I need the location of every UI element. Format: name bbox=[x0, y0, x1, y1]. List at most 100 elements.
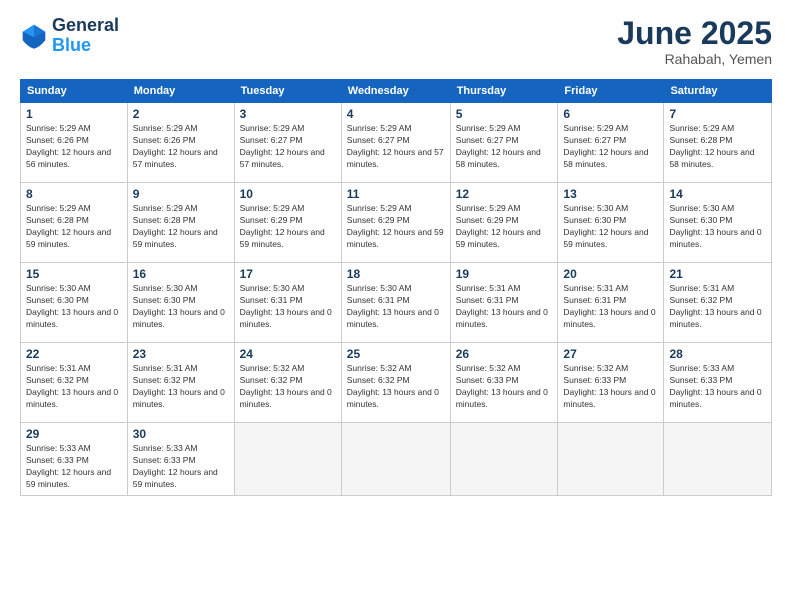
page-header: General Blue June 2025 Rahabah, Yemen bbox=[20, 16, 772, 67]
location: Rahabah, Yemen bbox=[617, 51, 772, 67]
calendar-cell: 18 Sunrise: 5:30 AM Sunset: 6:31 PM Dayl… bbox=[341, 263, 450, 343]
day-number: 28 bbox=[669, 347, 766, 361]
day-info: Sunrise: 5:30 AM Sunset: 6:30 PM Dayligh… bbox=[26, 283, 122, 331]
day-info: Sunrise: 5:31 AM Sunset: 6:31 PM Dayligh… bbox=[563, 283, 658, 331]
day-number: 14 bbox=[669, 187, 766, 201]
day-number: 11 bbox=[347, 187, 445, 201]
logo-text-blue: Blue bbox=[52, 36, 119, 56]
day-info: Sunrise: 5:29 AM Sunset: 6:28 PM Dayligh… bbox=[26, 203, 122, 251]
calendar-cell bbox=[234, 423, 341, 496]
day-number: 27 bbox=[563, 347, 658, 361]
week-row-5: 29 Sunrise: 5:33 AM Sunset: 6:33 PM Dayl… bbox=[21, 423, 772, 496]
header-monday: Monday bbox=[127, 80, 234, 103]
day-info: Sunrise: 5:29 AM Sunset: 6:27 PM Dayligh… bbox=[563, 123, 658, 171]
day-number: 20 bbox=[563, 267, 658, 281]
day-number: 2 bbox=[133, 107, 229, 121]
week-row-3: 15 Sunrise: 5:30 AM Sunset: 6:30 PM Dayl… bbox=[21, 263, 772, 343]
day-number: 23 bbox=[133, 347, 229, 361]
calendar-cell: 11 Sunrise: 5:29 AM Sunset: 6:29 PM Dayl… bbox=[341, 183, 450, 263]
calendar-cell: 14 Sunrise: 5:30 AM Sunset: 6:30 PM Dayl… bbox=[664, 183, 772, 263]
week-row-4: 22 Sunrise: 5:31 AM Sunset: 6:32 PM Dayl… bbox=[21, 343, 772, 423]
calendar-cell: 30 Sunrise: 5:33 AM Sunset: 6:33 PM Dayl… bbox=[127, 423, 234, 496]
calendar-cell: 4 Sunrise: 5:29 AM Sunset: 6:27 PM Dayli… bbox=[341, 103, 450, 183]
header-tuesday: Tuesday bbox=[234, 80, 341, 103]
day-number: 4 bbox=[347, 107, 445, 121]
calendar-cell: 13 Sunrise: 5:30 AM Sunset: 6:30 PM Dayl… bbox=[558, 183, 664, 263]
day-number: 29 bbox=[26, 427, 122, 441]
calendar-cell: 5 Sunrise: 5:29 AM Sunset: 6:27 PM Dayli… bbox=[450, 103, 558, 183]
calendar-cell: 28 Sunrise: 5:33 AM Sunset: 6:33 PM Dayl… bbox=[664, 343, 772, 423]
day-number: 15 bbox=[26, 267, 122, 281]
day-info: Sunrise: 5:31 AM Sunset: 6:32 PM Dayligh… bbox=[669, 283, 766, 331]
calendar-cell: 27 Sunrise: 5:32 AM Sunset: 6:33 PM Dayl… bbox=[558, 343, 664, 423]
day-number: 6 bbox=[563, 107, 658, 121]
day-number: 12 bbox=[456, 187, 553, 201]
day-info: Sunrise: 5:29 AM Sunset: 6:28 PM Dayligh… bbox=[669, 123, 766, 171]
calendar-cell bbox=[450, 423, 558, 496]
day-info: Sunrise: 5:29 AM Sunset: 6:28 PM Dayligh… bbox=[133, 203, 229, 251]
calendar-table: Sunday Monday Tuesday Wednesday Thursday… bbox=[20, 79, 772, 496]
calendar-cell: 8 Sunrise: 5:29 AM Sunset: 6:28 PM Dayli… bbox=[21, 183, 128, 263]
calendar-cell: 20 Sunrise: 5:31 AM Sunset: 6:31 PM Dayl… bbox=[558, 263, 664, 343]
calendar-cell: 12 Sunrise: 5:29 AM Sunset: 6:29 PM Dayl… bbox=[450, 183, 558, 263]
calendar-cell: 7 Sunrise: 5:29 AM Sunset: 6:28 PM Dayli… bbox=[664, 103, 772, 183]
day-number: 8 bbox=[26, 187, 122, 201]
calendar-cell: 16 Sunrise: 5:30 AM Sunset: 6:30 PM Dayl… bbox=[127, 263, 234, 343]
day-number: 19 bbox=[456, 267, 553, 281]
day-number: 25 bbox=[347, 347, 445, 361]
day-number: 10 bbox=[240, 187, 336, 201]
calendar-cell: 1 Sunrise: 5:29 AM Sunset: 6:26 PM Dayli… bbox=[21, 103, 128, 183]
header-saturday: Saturday bbox=[664, 80, 772, 103]
day-info: Sunrise: 5:33 AM Sunset: 6:33 PM Dayligh… bbox=[133, 443, 229, 491]
day-number: 3 bbox=[240, 107, 336, 121]
day-number: 7 bbox=[669, 107, 766, 121]
calendar-cell: 24 Sunrise: 5:32 AM Sunset: 6:32 PM Dayl… bbox=[234, 343, 341, 423]
logo-text-general: General bbox=[52, 16, 119, 36]
day-info: Sunrise: 5:30 AM Sunset: 6:31 PM Dayligh… bbox=[347, 283, 445, 331]
calendar-cell: 26 Sunrise: 5:32 AM Sunset: 6:33 PM Dayl… bbox=[450, 343, 558, 423]
calendar-cell: 3 Sunrise: 5:29 AM Sunset: 6:27 PM Dayli… bbox=[234, 103, 341, 183]
calendar-cell: 21 Sunrise: 5:31 AM Sunset: 6:32 PM Dayl… bbox=[664, 263, 772, 343]
calendar-cell bbox=[664, 423, 772, 496]
day-info: Sunrise: 5:32 AM Sunset: 6:32 PM Dayligh… bbox=[347, 363, 445, 411]
calendar-cell: 10 Sunrise: 5:29 AM Sunset: 6:29 PM Dayl… bbox=[234, 183, 341, 263]
day-number: 16 bbox=[133, 267, 229, 281]
calendar-page: General Blue June 2025 Rahabah, Yemen Su… bbox=[0, 0, 792, 612]
day-info: Sunrise: 5:33 AM Sunset: 6:33 PM Dayligh… bbox=[26, 443, 122, 491]
calendar-cell bbox=[341, 423, 450, 496]
day-info: Sunrise: 5:31 AM Sunset: 6:32 PM Dayligh… bbox=[133, 363, 229, 411]
day-info: Sunrise: 5:32 AM Sunset: 6:32 PM Dayligh… bbox=[240, 363, 336, 411]
day-info: Sunrise: 5:29 AM Sunset: 6:26 PM Dayligh… bbox=[133, 123, 229, 171]
day-number: 5 bbox=[456, 107, 553, 121]
calendar-cell: 19 Sunrise: 5:31 AM Sunset: 6:31 PM Dayl… bbox=[450, 263, 558, 343]
week-row-2: 8 Sunrise: 5:29 AM Sunset: 6:28 PM Dayli… bbox=[21, 183, 772, 263]
day-number: 18 bbox=[347, 267, 445, 281]
calendar-cell: 15 Sunrise: 5:30 AM Sunset: 6:30 PM Dayl… bbox=[21, 263, 128, 343]
day-info: Sunrise: 5:32 AM Sunset: 6:33 PM Dayligh… bbox=[563, 363, 658, 411]
day-info: Sunrise: 5:29 AM Sunset: 6:26 PM Dayligh… bbox=[26, 123, 122, 171]
day-number: 13 bbox=[563, 187, 658, 201]
header-friday: Friday bbox=[558, 80, 664, 103]
day-number: 9 bbox=[133, 187, 229, 201]
calendar-header-row: Sunday Monday Tuesday Wednesday Thursday… bbox=[21, 80, 772, 103]
calendar-cell: 25 Sunrise: 5:32 AM Sunset: 6:32 PM Dayl… bbox=[341, 343, 450, 423]
day-number: 22 bbox=[26, 347, 122, 361]
header-wednesday: Wednesday bbox=[341, 80, 450, 103]
day-number: 21 bbox=[669, 267, 766, 281]
day-info: Sunrise: 5:30 AM Sunset: 6:31 PM Dayligh… bbox=[240, 283, 336, 331]
day-info: Sunrise: 5:33 AM Sunset: 6:33 PM Dayligh… bbox=[669, 363, 766, 411]
day-info: Sunrise: 5:31 AM Sunset: 6:31 PM Dayligh… bbox=[456, 283, 553, 331]
calendar-cell: 22 Sunrise: 5:31 AM Sunset: 6:32 PM Dayl… bbox=[21, 343, 128, 423]
day-info: Sunrise: 5:29 AM Sunset: 6:29 PM Dayligh… bbox=[456, 203, 553, 251]
day-info: Sunrise: 5:29 AM Sunset: 6:27 PM Dayligh… bbox=[240, 123, 336, 171]
header-sunday: Sunday bbox=[21, 80, 128, 103]
day-info: Sunrise: 5:30 AM Sunset: 6:30 PM Dayligh… bbox=[563, 203, 658, 251]
day-info: Sunrise: 5:29 AM Sunset: 6:27 PM Dayligh… bbox=[347, 123, 445, 171]
calendar-cell: 23 Sunrise: 5:31 AM Sunset: 6:32 PM Dayl… bbox=[127, 343, 234, 423]
day-number: 17 bbox=[240, 267, 336, 281]
month-title: June 2025 bbox=[617, 16, 772, 51]
calendar-cell bbox=[558, 423, 664, 496]
calendar-cell: 6 Sunrise: 5:29 AM Sunset: 6:27 PM Dayli… bbox=[558, 103, 664, 183]
day-info: Sunrise: 5:30 AM Sunset: 6:30 PM Dayligh… bbox=[669, 203, 766, 251]
logo-icon bbox=[20, 22, 48, 50]
